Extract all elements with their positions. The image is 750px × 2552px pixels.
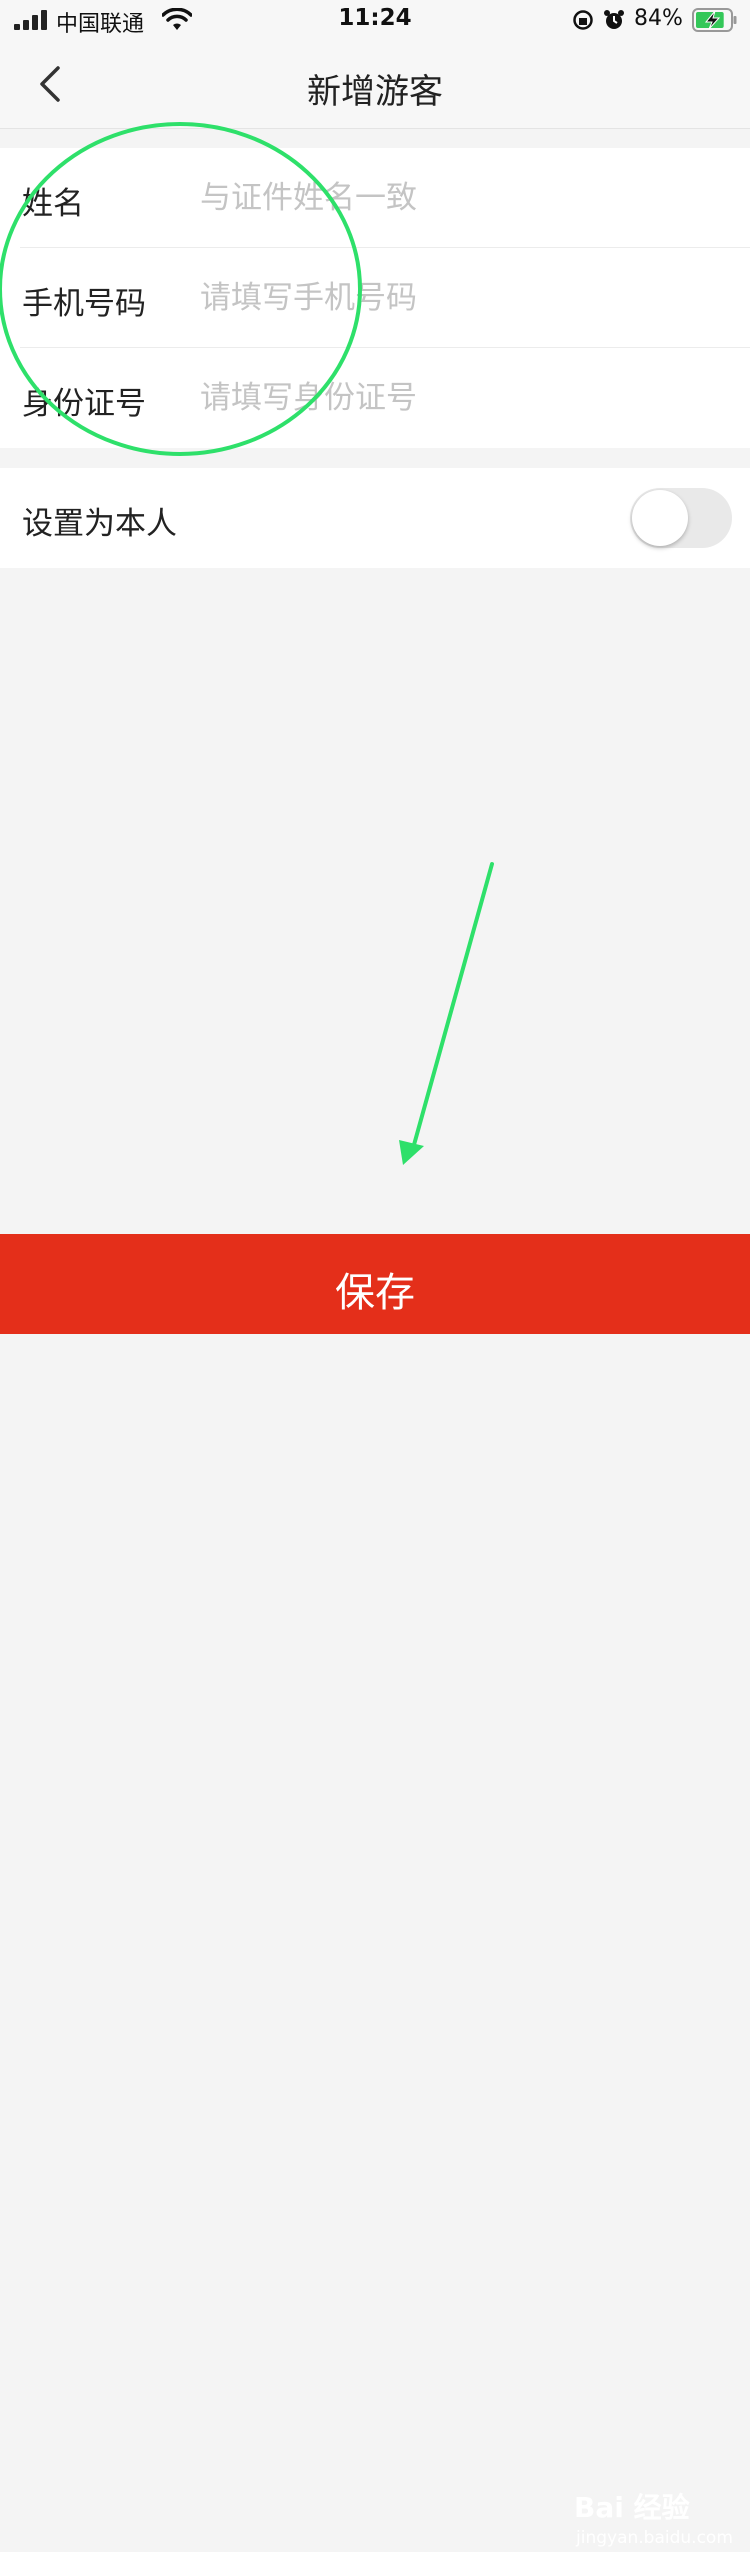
id-number-input[interactable] [200,372,720,424]
save-button[interactable]: 保存 Bai 经验 jingyan.baidu.com [0,1234,750,2548]
name-label: 姓名 [22,186,84,222]
page-title: 新增游客 [307,72,443,112]
save-button-label: 保存 [335,1270,415,1316]
toggle-knob [632,490,688,546]
battery-percent: 84% [634,6,683,31]
nav-bar: 新增游客 [0,40,750,129]
annotation-arrow-line [410,862,494,1154]
set-self-row: 设置为本人 [0,468,750,568]
battery-charging-icon [692,8,737,32]
id-number-label: 身份证号 [22,386,146,422]
id-number-row: 身份证号 [0,348,750,448]
name-input[interactable] [200,172,720,224]
status-bar: 中国联通 11:24 84% [0,0,750,40]
set-self-label: 设置为本人 [22,506,177,542]
alarm-icon [604,10,624,29]
watermark-logo: Bai 经验 [574,2491,690,2524]
phone-label: 手机号码 [22,286,146,322]
visitor-form: 姓名 手机号码 身份证号 [0,148,750,448]
annotation-arrow-head [399,1140,424,1165]
rotation-lock-icon [573,10,593,30]
phone-input[interactable] [200,272,720,324]
watermark-url: jingyan.baidu.com [576,2528,733,2548]
watermark: Bai 经验 jingyan.baidu.com [574,2486,744,2552]
phone-row: 手机号码 [0,248,750,348]
set-self-toggle[interactable] [630,488,732,548]
name-row: 姓名 [0,148,750,248]
